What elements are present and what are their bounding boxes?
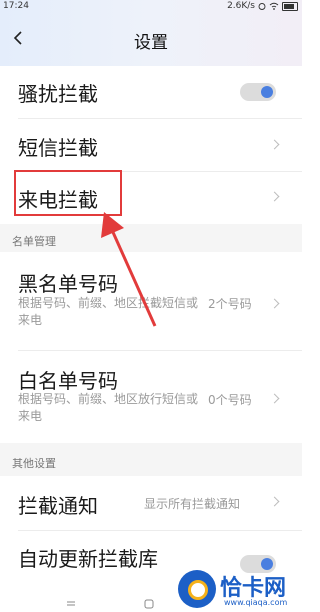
block-notification-value: 显示所有拦截通知 — [144, 497, 241, 511]
alarm-icon — [258, 3, 266, 10]
section-title: 名单管理 — [12, 235, 56, 248]
blacklist-count: 2个号码 — [208, 297, 252, 311]
whitelist-row[interactable]: 白名单号码 根据号码、前缀、地区放行短信或来电 0个号码 — [0, 351, 302, 443]
chevron-right-icon — [269, 191, 280, 202]
harassment-block-toggle[interactable] — [240, 83, 276, 101]
wifi-icon — [269, 2, 279, 10]
watermark-logo-icon — [178, 570, 216, 608]
block-notification-label: 拦截通知 — [18, 494, 98, 518]
sms-block-row[interactable]: 短信拦截 — [0, 119, 302, 171]
block-notification-row[interactable]: 拦截通知 显示所有拦截通知 — [0, 476, 302, 530]
status-time: 17:24 — [3, 1, 29, 11]
title-bar: 设置 — [0, 20, 302, 58]
section-title: 其他设置 — [12, 457, 56, 470]
chevron-right-icon — [269, 393, 280, 404]
menu-icon[interactable] — [66, 599, 76, 609]
section-header-other-settings: 其他设置 — [0, 443, 302, 476]
sms-block-label: 短信拦截 — [18, 136, 98, 160]
blacklist-row[interactable]: 黑名单号码 根据号码、前缀、地区拦截短信或来电 2个号码 — [0, 252, 302, 350]
chevron-right-icon — [269, 298, 280, 309]
chevron-right-icon — [269, 496, 280, 507]
harassment-block-label: 骚扰拦截 — [18, 82, 98, 106]
whitelist-label: 白名单号码 — [18, 369, 118, 393]
highlight-box — [14, 170, 122, 216]
toggle-knob — [261, 86, 273, 98]
blacklist-description: 根据号码、前缀、地区拦截短信或来电 — [18, 296, 199, 327]
watermark-logo: 恰卡网 www.qiaqa.com — [172, 568, 300, 610]
battery-icon — [282, 1, 298, 11]
blacklist-label: 黑名单号码 — [18, 272, 118, 296]
auto-update-label: 自动更新拦截库 — [18, 547, 158, 571]
section-header-list-management: 名单管理 — [0, 224, 302, 252]
page-title: 设置 — [134, 33, 168, 53]
home-icon[interactable] — [144, 599, 154, 609]
whitelist-description: 根据号码、前缀、地区放行短信或来电 — [18, 392, 199, 423]
whitelist-count: 0个号码 — [208, 393, 252, 407]
network-speed: 2.6K/s — [227, 1, 255, 11]
chevron-right-icon — [269, 139, 280, 150]
harassment-block-row[interactable]: 骚扰拦截 — [0, 66, 302, 118]
status-bar: 17:24 2.6K/s — [0, 0, 302, 14]
watermark-url: www.qiaqa.com — [224, 598, 288, 607]
status-right: 2.6K/s — [227, 1, 298, 11]
